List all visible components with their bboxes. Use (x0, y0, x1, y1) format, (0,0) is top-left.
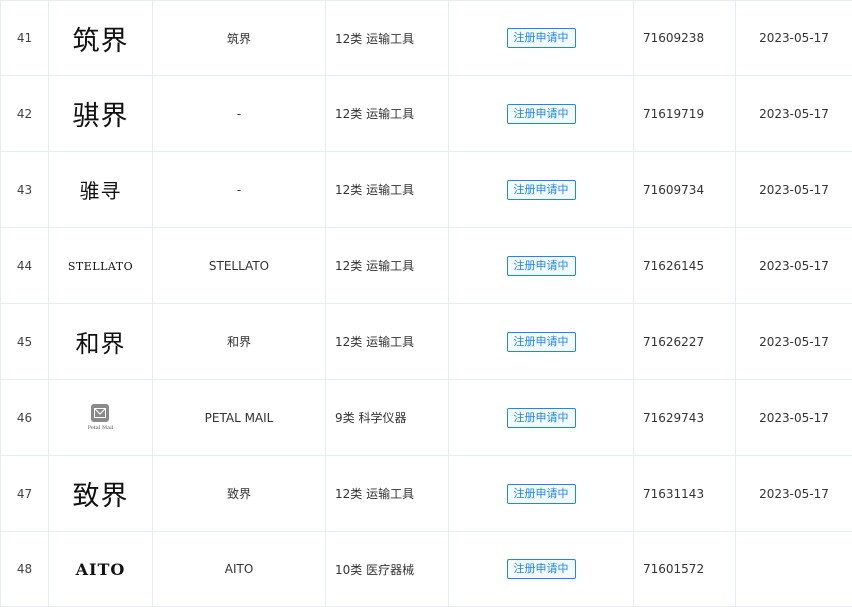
status-badge: 注册申请中 (507, 180, 576, 200)
trademark-text: AITO (76, 560, 126, 579)
logo-caption: Petal Mail (88, 425, 114, 431)
status-badge: 注册申请中 (507, 104, 576, 124)
status-badge: 注册申请中 (507, 408, 576, 428)
registration-number: 71601572 (634, 532, 736, 607)
row-index: 44 (1, 228, 49, 304)
table-row[interactable]: 48 AITO AITO 10类 医疗器械 注册申请中 71601572 (1, 532, 852, 607)
application-date: 2023-05-17 (736, 304, 852, 380)
application-date: 2023-05-17 (736, 76, 852, 152)
row-index: 41 (1, 1, 49, 76)
status-badge: 注册申请中 (507, 28, 576, 48)
trademark-class: 12类 运输工具 (326, 152, 449, 228)
trademark-class: 12类 运输工具 (326, 1, 449, 76)
trademark-image: 骓寻 (49, 152, 153, 228)
trademark-image: 筑界 (49, 1, 153, 76)
trademark-name: AITO (153, 532, 326, 607)
trademark-image: AITO (49, 532, 153, 607)
registration-number: 71619719 (634, 76, 736, 152)
status-badge: 注册申请中 (507, 559, 576, 579)
table-row[interactable]: 44 STELLATO STELLATO 12类 运输工具 注册申请中 7162… (1, 228, 852, 304)
trademark-image: 骐界 (49, 76, 153, 152)
petal-mail-logo: Petal Mail (88, 404, 114, 431)
status-badge: 注册申请中 (507, 484, 576, 504)
trademark-class: 10类 医疗器械 (326, 532, 449, 607)
trademark-class: 12类 运输工具 (326, 456, 449, 532)
trademark-table: 41 筑界 筑界 12类 运输工具 注册申请中 71609238 2023-05… (0, 0, 852, 607)
application-date: 2023-05-17 (736, 1, 852, 76)
trademark-class: 9类 科学仪器 (326, 380, 449, 456)
trademark-image: STELLATO (49, 228, 153, 304)
table-row[interactable]: 42 骐界 - 12类 运输工具 注册申请中 71619719 2023-05-… (1, 76, 852, 152)
trademark-name: 筑界 (153, 1, 326, 76)
row-index: 46 (1, 380, 49, 456)
application-date: 2023-05-17 (736, 152, 852, 228)
trademark-text: 致界 (73, 474, 129, 513)
table-row[interactable]: 43 骓寻 - 12类 运输工具 注册申请中 71609734 2023-05-… (1, 152, 852, 228)
table-row[interactable]: 45 和界 和界 12类 运输工具 注册申请中 71626227 2023-05… (1, 304, 852, 380)
envelope-icon (91, 404, 109, 422)
registration-number: 71609734 (634, 152, 736, 228)
table-row[interactable]: 46 Petal Mail PETAL MAIL 9类 科学仪器 注册申请中 7… (1, 380, 852, 456)
trademark-text: 骓寻 (80, 175, 122, 204)
application-date (736, 532, 852, 607)
registration-number: 71631143 (634, 456, 736, 532)
registration-number: 71609238 (634, 1, 736, 76)
trademark-text: 骐界 (73, 94, 129, 133)
application-date: 2023-05-17 (736, 380, 852, 456)
trademark-image: 和界 (49, 304, 153, 380)
status-badge: 注册申请中 (507, 256, 576, 276)
table-row[interactable]: 47 致界 致界 12类 运输工具 注册申请中 71631143 2023-05… (1, 456, 852, 532)
row-index: 43 (1, 152, 49, 228)
trademark-class: 12类 运输工具 (326, 228, 449, 304)
trademark-class: 12类 运输工具 (326, 76, 449, 152)
registration-number: 71626145 (634, 228, 736, 304)
trademark-name: - (153, 76, 326, 152)
trademark-text: 筑界 (73, 19, 129, 58)
registration-number: 71629743 (634, 380, 736, 456)
trademark-image: Petal Mail (49, 380, 153, 456)
table-row[interactable]: 41 筑界 筑界 12类 运输工具 注册申请中 71609238 2023-05… (1, 1, 852, 76)
trademark-name: 和界 (153, 304, 326, 380)
trademark-text: STELLATO (68, 260, 133, 273)
row-index: 47 (1, 456, 49, 532)
trademark-text: 和界 (76, 324, 126, 359)
trademark-name: 致界 (153, 456, 326, 532)
trademark-name: - (153, 152, 326, 228)
application-date: 2023-05-17 (736, 228, 852, 304)
trademark-name: PETAL MAIL (153, 380, 326, 456)
registration-number: 71626227 (634, 304, 736, 380)
trademark-class: 12类 运输工具 (326, 304, 449, 380)
row-index: 45 (1, 304, 49, 380)
status-badge: 注册申请中 (507, 332, 576, 352)
trademark-name: STELLATO (153, 228, 326, 304)
row-index: 48 (1, 532, 49, 607)
row-index: 42 (1, 76, 49, 152)
trademark-image: 致界 (49, 456, 153, 532)
application-date: 2023-05-17 (736, 456, 852, 532)
